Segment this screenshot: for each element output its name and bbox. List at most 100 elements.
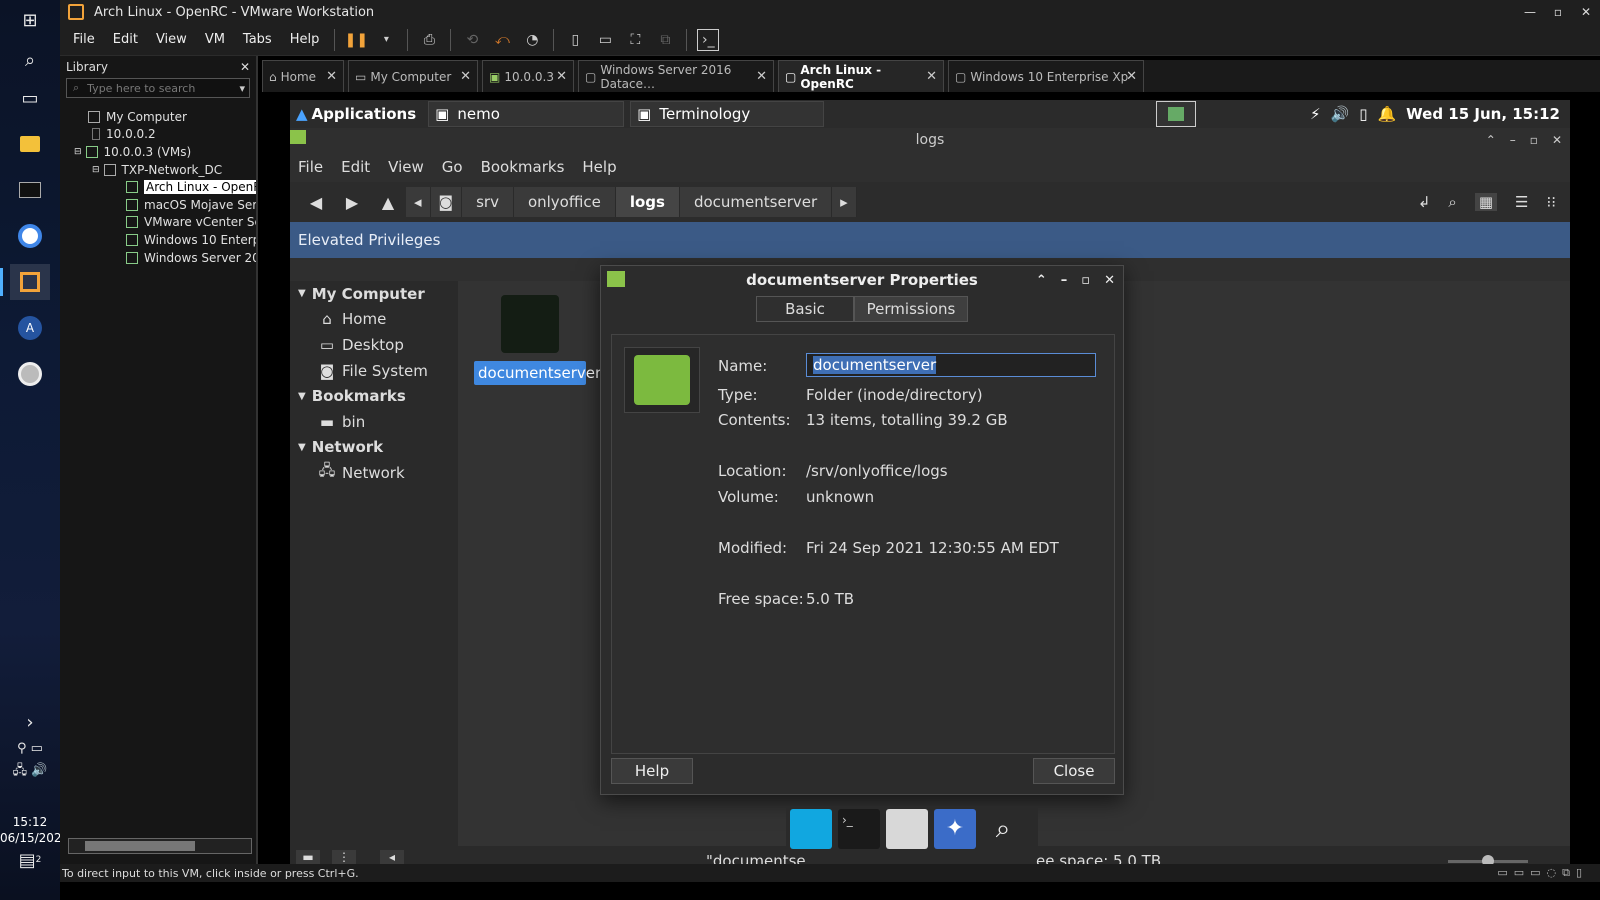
file-item-documentserver[interactable]: documentserver xyxy=(474,295,601,385)
minimize-icon[interactable]: – xyxy=(1061,273,1068,288)
tab-host[interactable]: ▣ 10.0.0.3 ✕ xyxy=(482,60,574,92)
tree-item-vm[interactable]: Windows Server 2016 xyxy=(60,249,256,267)
compact-view-icon[interactable]: ⁝⁝ xyxy=(1546,193,1556,211)
sidebar-item-home[interactable]: ⌂ Home xyxy=(290,307,458,333)
maximize-icon[interactable]: ▫ xyxy=(1081,273,1090,288)
revert-snapshot-icon[interactable]: ⤺ xyxy=(491,29,513,51)
breadcrumb-logs[interactable]: logs xyxy=(615,187,680,217)
tab-permissions[interactable]: Permissions xyxy=(854,296,968,322)
menu-edit[interactable]: Edit xyxy=(341,158,370,176)
tab-arch-linux[interactable]: ▢ Arch Linux - OpenRC ✕ xyxy=(778,60,944,92)
fullscreen-icon[interactable]: ⛶ xyxy=(624,29,646,51)
network-volume-icon[interactable]: 🖧 🔊 xyxy=(10,754,50,790)
minimize-icon[interactable]: — xyxy=(1516,5,1544,19)
desktop-icon[interactable] xyxy=(790,809,832,849)
breadcrumb-srv[interactable]: srv xyxy=(462,187,514,217)
menu-tabs[interactable]: Tabs xyxy=(234,32,281,47)
send-keys-icon[interactable]: ⎙ xyxy=(418,29,440,51)
icon-view-icon[interactable]: ▦ xyxy=(1474,193,1497,211)
tree-item-my-computer[interactable]: My Computer xyxy=(60,108,256,126)
close-tab-icon[interactable]: ✕ xyxy=(326,69,337,84)
task-terminology[interactable]: ▣ Terminology xyxy=(630,101,825,127)
breadcrumb-onlyoffice[interactable]: onlyoffice xyxy=(513,187,616,217)
sidebar-item-desktop[interactable]: ▭ Desktop xyxy=(290,332,458,358)
collapse-icon[interactable]: ⊟ xyxy=(74,147,82,157)
tab-windows-10[interactable]: ▢ Windows 10 Enterprise Xp ✕ xyxy=(948,60,1144,92)
close-icon[interactable]: ✕ xyxy=(1572,5,1600,19)
windows-start-icon[interactable]: ⊞ xyxy=(10,2,50,38)
tab-basic[interactable]: Basic xyxy=(756,296,854,322)
breadcrumb-documentserver[interactable]: documentserver xyxy=(679,187,833,217)
tree-item-host-3[interactable]: ⊟ 10.0.0.3 (VMs) xyxy=(60,143,256,161)
tree-item-vm[interactable]: VMware vCenter Server xyxy=(60,214,256,232)
tree-item-vm[interactable]: macOS Mojave Server xyxy=(60,196,256,214)
dropdown-arrow-icon[interactable]: ▾ xyxy=(239,82,245,95)
collapse-icon[interactable]: ⊟ xyxy=(92,165,100,175)
app-a-icon[interactable]: A xyxy=(10,310,50,346)
library-view-icon[interactable]: ▯ xyxy=(564,29,586,51)
maximize-icon[interactable]: ▫ xyxy=(1530,133,1538,147)
maximize-icon[interactable]: ▫ xyxy=(1544,5,1572,19)
close-library-icon[interactable]: ✕ xyxy=(240,60,250,74)
breadcrumb-left-arrow[interactable]: ◂ xyxy=(406,187,431,217)
close-icon[interactable]: ✕ xyxy=(1104,273,1115,288)
task-view-icon[interactable]: ▭ xyxy=(10,80,50,116)
workspace-switcher[interactable] xyxy=(1156,101,1197,127)
console-view-icon[interactable]: ›_ xyxy=(697,28,720,51)
sidebar-item-network[interactable]: 🖧 Network xyxy=(290,460,458,486)
terminal-icon[interactable] xyxy=(10,172,50,208)
sidebar-item-bin[interactable]: ▬ bin xyxy=(290,409,458,435)
minimize-icon[interactable]: – xyxy=(1510,133,1516,147)
search-icon[interactable]: ⌕ xyxy=(10,42,50,78)
panel-clock[interactable]: Wed 15 Jun, 15:12 xyxy=(1406,105,1560,123)
volume-icon[interactable]: 🔊 xyxy=(1331,105,1350,123)
sidebar-header-my-computer[interactable]: ▼ My Computer xyxy=(290,281,458,307)
file-explorer-icon[interactable] xyxy=(10,126,50,162)
library-scrollbar[interactable] xyxy=(68,838,252,854)
terminal-icon[interactable]: ›_ xyxy=(838,809,880,849)
menu-view[interactable]: View xyxy=(147,32,196,47)
bell-icon[interactable]: 🔔 xyxy=(1377,105,1396,123)
vmware-icon[interactable] xyxy=(0,264,50,300)
tree-item-host-2[interactable]: 10.0.0.2 xyxy=(60,126,256,144)
back-icon[interactable]: ◀ xyxy=(298,193,334,212)
guest-desktop[interactable]: ▲ Applications ▣ nemo ▣ Terminology ⚡ 🔊 ▯ 🔔… xyxy=(290,100,1570,876)
applications-menu[interactable]: ▲ Applications xyxy=(290,105,422,123)
search-icon[interactable]: ⌕ xyxy=(1448,193,1456,211)
close-tab-icon[interactable]: ✕ xyxy=(1126,69,1137,84)
network-icon[interactable]: ⚡ xyxy=(1310,105,1321,123)
breadcrumb-right-arrow[interactable]: ▸ xyxy=(832,187,857,217)
notification-icon[interactable]: ▤ 2 xyxy=(10,842,50,878)
folder-preview-icon[interactable] xyxy=(624,347,700,413)
forward-icon[interactable]: ▶ xyxy=(334,193,370,212)
menu-file[interactable]: File xyxy=(64,32,104,47)
menu-vm[interactable]: VM xyxy=(196,32,234,47)
sidebar-header-bookmarks[interactable]: ▼ Bookmarks xyxy=(290,383,458,409)
breadcrumb-root-icon[interactable]: ◙ xyxy=(430,187,463,217)
shade-icon[interactable]: ⌃ xyxy=(1036,273,1047,288)
menu-bookmarks[interactable]: Bookmarks xyxy=(481,158,565,176)
tab-my-computer[interactable]: ▭ My Computer ✕ xyxy=(348,60,478,92)
up-icon[interactable]: ▲ xyxy=(370,193,406,212)
snapshot-icon[interactable]: ⟲ xyxy=(461,29,483,51)
sidebar-item-file-system[interactable]: ◙ File System xyxy=(290,358,458,384)
list-view-icon[interactable]: ☰ xyxy=(1515,193,1528,211)
menu-help[interactable]: Help xyxy=(582,158,616,176)
unity-icon[interactable]: ⧉ xyxy=(654,29,676,51)
tree-item-vm[interactable]: Windows 10 Enterprise xyxy=(60,231,256,249)
close-tab-icon[interactable]: ✕ xyxy=(756,69,767,84)
tab-home[interactable]: ⌂ Home ✕ xyxy=(262,60,344,92)
thumbnail-view-icon[interactable]: ▭ xyxy=(594,29,616,51)
close-tab-icon[interactable]: ✕ xyxy=(460,69,471,84)
task-nemo[interactable]: ▣ nemo xyxy=(428,101,625,127)
search-icon[interactable]: ⌕ xyxy=(982,809,1024,849)
device-icons[interactable]: ▭▭▭◌⧉▯ xyxy=(1497,866,1588,880)
browser-compass-icon[interactable]: ✦ xyxy=(934,809,976,849)
tab-windows-server[interactable]: ▢ Windows Server 2016 Datace… ✕ xyxy=(578,60,774,92)
snapshot-manager-icon[interactable]: ◔ xyxy=(521,29,543,51)
close-icon[interactable]: ✕ xyxy=(1552,133,1562,147)
menu-go[interactable]: Go xyxy=(442,158,463,176)
close-tab-icon[interactable]: ✕ xyxy=(556,69,567,84)
toggle-location-icon[interactable]: ↲ xyxy=(1418,193,1431,211)
close-button[interactable]: Close xyxy=(1033,758,1115,784)
